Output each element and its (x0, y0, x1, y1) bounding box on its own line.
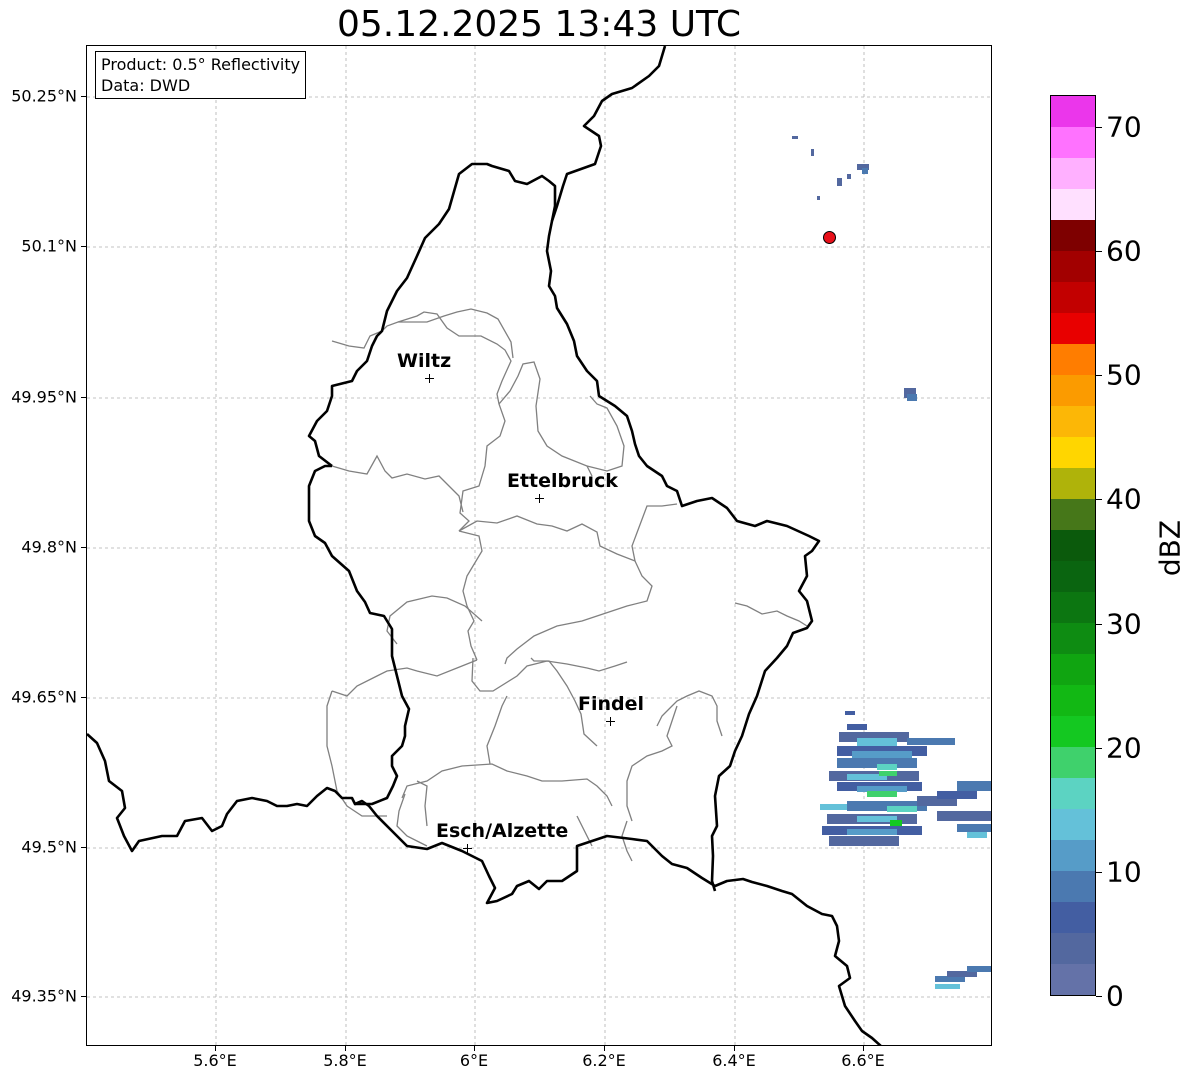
colorbar-segment (1051, 126, 1095, 158)
lat-tickmark (81, 547, 86, 548)
city-label-esch-alzette: Esch/Alzette (436, 820, 569, 842)
product-info-box: Product: 0.5° Reflectivity Data: DWD (95, 51, 307, 99)
lat-tickmark (81, 246, 86, 247)
colorbar-segment (1051, 839, 1095, 871)
colorbar-segment (1051, 405, 1095, 437)
colorbar-tickmark (1096, 871, 1102, 873)
gridlines (87, 46, 991, 1045)
colorbar-segment (1051, 746, 1095, 778)
colorbar-tick-label: 40 (1106, 482, 1142, 516)
colorbar-tickmark (1096, 127, 1102, 129)
lon-tick-label: 6°E (459, 1051, 489, 1070)
colorbar-tickmark (1096, 251, 1102, 253)
colorbar-segment (1051, 963, 1095, 995)
colorbar-tickmark (1096, 623, 1102, 625)
product-label: Product: 0.5° Reflectivity (101, 55, 301, 74)
colorbar-segment (1051, 591, 1095, 623)
lat-tick-label: 50.1°N (21, 236, 77, 256)
lon-tick-label: 6.4°E (712, 1051, 756, 1070)
colorbar-tickmark (1096, 996, 1102, 997)
plus-marker-icon (606, 717, 615, 726)
colorbar-segment (1051, 343, 1095, 375)
colorbar-tick-label: 0 (1106, 979, 1124, 1013)
colorbar-segment (1051, 498, 1095, 530)
colorbar-segment (1051, 932, 1095, 964)
red-dot-icon (823, 231, 836, 244)
map-svg (87, 46, 991, 1045)
map-canvas[interactable] (86, 45, 992, 1046)
colorbar-segment (1051, 157, 1095, 189)
plus-marker-icon (425, 374, 434, 383)
colorbar-tick-label: 30 (1106, 607, 1142, 641)
map-title: 05.12.2025 13:43 UTC (336, 4, 742, 45)
colorbar-segment (1051, 312, 1095, 344)
plus-marker-icon (535, 494, 544, 503)
lat-tick-label: 49.5°N (21, 837, 77, 857)
colorbar (1050, 95, 1096, 996)
radar-echoes (792, 136, 991, 989)
colorbar-segment (1051, 715, 1095, 747)
colorbar-segment (1051, 622, 1095, 654)
city-label-findel: Findel (578, 693, 645, 715)
colorbar-tick-label: 70 (1106, 110, 1142, 144)
colorbar-segment (1051, 870, 1095, 902)
lon-tick-label: 6.2°E (582, 1051, 626, 1070)
lon-tick-label: 6.6°E (841, 1051, 885, 1070)
lat-tickmark (81, 96, 86, 97)
city-label-wiltz: Wiltz (397, 350, 452, 372)
lat-tick-label: 49.8°N (21, 537, 77, 557)
national-borders (87, 46, 882, 1045)
lat-tickmark (81, 697, 86, 698)
colorbar-segment (1051, 374, 1095, 406)
colorbar-segment (1051, 808, 1095, 840)
colorbar-tick-label: 10 (1106, 855, 1142, 889)
colorbar-segment (1051, 653, 1095, 685)
lat-tickmark (81, 397, 86, 398)
colorbar-segment (1051, 281, 1095, 313)
plus-marker-icon (463, 844, 472, 853)
lat-tick-label: 49.35°N (11, 986, 77, 1006)
colorbar-segment (1051, 436, 1095, 468)
colorbar-tickmark (1096, 747, 1102, 749)
colorbar-segment (1051, 560, 1095, 592)
lat-tick-label: 49.95°N (11, 387, 77, 407)
colorbar-tick-label: 50 (1106, 358, 1142, 392)
lat-tick-label: 50.25°N (11, 86, 77, 106)
colorbar-segment (1051, 467, 1095, 499)
colorbar-tickmark (1096, 499, 1102, 501)
colorbar-segment (1051, 684, 1095, 716)
colorbar-tickmark (1096, 375, 1102, 377)
lat-tick-label: 49.65°N (11, 687, 77, 707)
colorbar-segment (1051, 901, 1095, 933)
colorbar-tick-label: 20 (1106, 731, 1142, 765)
city-label-ettelbruck: Ettelbruck (507, 470, 618, 492)
colorbar-segment (1051, 188, 1095, 220)
lat-tickmark (81, 996, 86, 997)
lon-tick-label: 5.8°E (323, 1051, 367, 1070)
colorbar-title: dBZ (1153, 519, 1184, 577)
data-source-label: Data: DWD (101, 76, 191, 95)
lat-tickmark (81, 847, 86, 848)
colorbar-tick-label: 60 (1106, 234, 1142, 268)
colorbar-segment (1051, 95, 1095, 127)
colorbar-segment (1051, 250, 1095, 282)
lon-tick-label: 5.6°E (193, 1051, 237, 1070)
colorbar-segment (1051, 777, 1095, 809)
colorbar-segment (1051, 529, 1095, 561)
colorbar-segment (1051, 219, 1095, 251)
